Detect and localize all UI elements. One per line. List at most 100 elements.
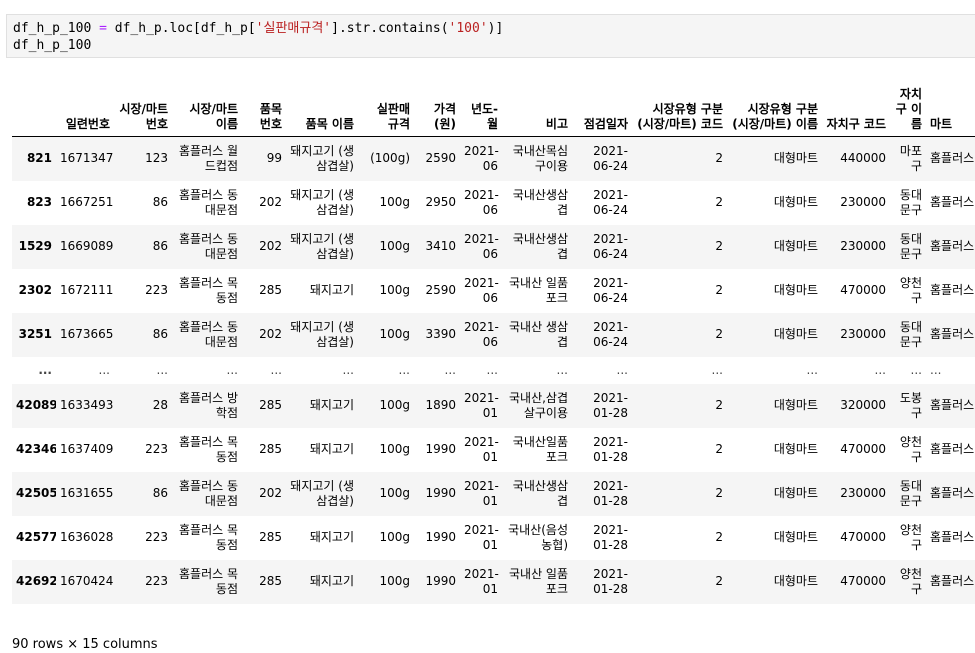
- table-cell: 230000: [840, 327, 886, 341]
- dataframe-shape-footer: 90 rows × 15 columns: [12, 637, 158, 652]
- table-cell: 대형마트: [773, 398, 818, 412]
- table-cell: 1637409: [60, 442, 114, 456]
- table-cell: ...: [98, 362, 110, 377]
- table-cell: 홈플러스: [930, 195, 975, 209]
- table-cell: 돼지고기 (생삼겹살): [290, 478, 354, 508]
- table-cell: 돼지고기: [309, 442, 354, 456]
- table-cell: 100g: [379, 283, 410, 297]
- table-cell: 1673665: [60, 327, 114, 341]
- table-cell: 100g: [379, 239, 410, 253]
- table-cell: 국내산생삼겹: [512, 231, 568, 261]
- table-cell: 국내산 일품포크: [508, 275, 568, 305]
- table-cell: 2021-06-24: [593, 231, 628, 261]
- table-cell: 홈플러스 목동점: [178, 522, 238, 552]
- row-index: 42346: [16, 442, 56, 456]
- table-cell: 3410: [425, 239, 456, 253]
- table-cell: 2021-01-28: [593, 390, 628, 420]
- column-header: 비고: [502, 76, 572, 137]
- table-row: 42089 1633493 28 홈플러스 방학점 285 돼지고기 100g 1890 202…: [12, 383, 975, 428]
- table-cell: 285: [259, 398, 282, 412]
- table-body: 821 1671347 123 홈플러스 월드컵점 99 돼지고기 (생삼겹살) (100g…: [12, 136, 975, 604]
- table-cell: 국내산,삼겹살구이용: [508, 390, 568, 420]
- column-header: 시장유형 구분 (시장/마트) 코드: [632, 76, 727, 137]
- table-cell: 국내산목심구이용: [512, 143, 568, 173]
- table-cell: 86: [152, 195, 168, 209]
- column-header: 품목 이름: [286, 76, 358, 137]
- table-cell: ...: [270, 362, 282, 377]
- table-cell: 320000: [840, 398, 886, 412]
- table-cell: 86: [152, 239, 168, 253]
- table-cell: 2021-01: [464, 478, 499, 508]
- table-cell: ...: [556, 362, 568, 377]
- table-cell: 돼지고기 (생삼겹살): [290, 187, 354, 217]
- table-cell: 2: [715, 486, 723, 500]
- column-header: 자치구 코드: [822, 76, 890, 137]
- table-cell: 마포구: [899, 143, 922, 173]
- row-index: 821: [26, 151, 52, 166]
- table-cell: 대형마트: [773, 530, 818, 544]
- table-cell: 2: [715, 151, 723, 166]
- table-cell: 2021-01: [464, 522, 499, 552]
- row-index: 42089: [16, 398, 56, 412]
- code-line-2: df_h_p_100: [13, 38, 92, 53]
- table-cell: 2: [715, 283, 723, 297]
- table-cell: ...: [806, 362, 818, 377]
- table-cell: 2021-06: [464, 187, 499, 217]
- table-cell: ...: [444, 362, 456, 377]
- table-cell: 양천구: [899, 275, 922, 305]
- table-cell: 1667251: [60, 195, 114, 209]
- table-cell: 2021-06-24: [593, 319, 628, 349]
- table-cell: 돼지고기: [309, 283, 354, 297]
- table-cell: 2: [715, 442, 723, 456]
- code-mid: ].str.contains(: [331, 21, 449, 36]
- code-string-1: '실판매규격': [255, 21, 332, 36]
- column-header: 마트: [926, 76, 975, 137]
- table-cell: 86: [152, 327, 168, 341]
- table-cell: 양천구: [899, 522, 922, 552]
- column-header: 자치구 이름: [890, 76, 926, 137]
- table-cell: 86: [152, 486, 168, 500]
- index-header: [12, 76, 56, 137]
- table-cell: 28: [152, 398, 168, 412]
- row-index: 1529: [18, 239, 52, 253]
- dataframe-output: 일련번호 시장/마트 번호 시장/마트 이름 품목 번호 품목 이름 실판매 규격 가격 (…: [12, 76, 975, 604]
- table-cell: 홈플러스: [930, 530, 975, 544]
- table-cell: 1631655: [60, 486, 114, 500]
- table-cell: 2021-06: [464, 275, 499, 305]
- table-cell: 국내산일품포크: [512, 434, 568, 464]
- code-cell[interactable]: df_h_p_100 = df_h_p.loc[df_h_p['실판매규격'].…: [6, 14, 975, 58]
- row-index: ...: [38, 362, 52, 377]
- table-cell: 1672111: [60, 283, 114, 297]
- column-header: 실판매 규격: [358, 76, 414, 137]
- table-cell: 223: [145, 442, 168, 456]
- table-cell: 동대문구: [899, 478, 922, 508]
- table-cell: 285: [259, 283, 282, 297]
- code-pre: df_h_p.loc[df_h_p[: [114, 21, 256, 36]
- table-cell: 대형마트: [773, 486, 818, 500]
- table-cell: 2021-01: [464, 390, 499, 420]
- table-cell: 홈플러스 동대문점: [178, 187, 238, 217]
- table-cell: 국내산생삼겹: [512, 478, 568, 508]
- table-cell: 2590: [425, 151, 456, 166]
- table-cell: ...: [616, 362, 628, 377]
- row-index: 42692: [16, 574, 56, 588]
- table-cell: 2021-01-28: [593, 434, 628, 464]
- table-header-row: 일련번호 시장/마트 번호 시장/마트 이름 품목 번호 품목 이름 실판매 규격 가격 (…: [12, 76, 975, 137]
- table-row: 3251 1673665 86 홈플러스 동대문점 202 돼지고기 (생삼겹살) 100g…: [12, 312, 975, 357]
- table-cell: 2021-01-28: [593, 522, 628, 552]
- table-cell: 2021-01: [464, 434, 499, 464]
- table-cell: 2: [715, 327, 723, 341]
- table-cell: 202: [259, 239, 282, 253]
- table-cell: 홈플러스: [930, 442, 975, 456]
- table-cell: 돼지고기 (생삼겹살): [290, 319, 354, 349]
- table-cell: 1636028: [60, 530, 114, 544]
- table-cell: ...: [156, 362, 168, 377]
- table-cell: 2021-06-24: [593, 143, 628, 173]
- table-cell: 100g: [379, 530, 410, 544]
- table-cell: 2: [715, 195, 723, 209]
- table-cell: 2021-06: [464, 319, 499, 349]
- table-cell: 1990: [425, 574, 456, 588]
- table-cell: 2: [715, 530, 723, 544]
- table-cell: 470000: [840, 530, 886, 544]
- column-header: 시장유형 구분 (시장/마트) 이름: [727, 76, 822, 137]
